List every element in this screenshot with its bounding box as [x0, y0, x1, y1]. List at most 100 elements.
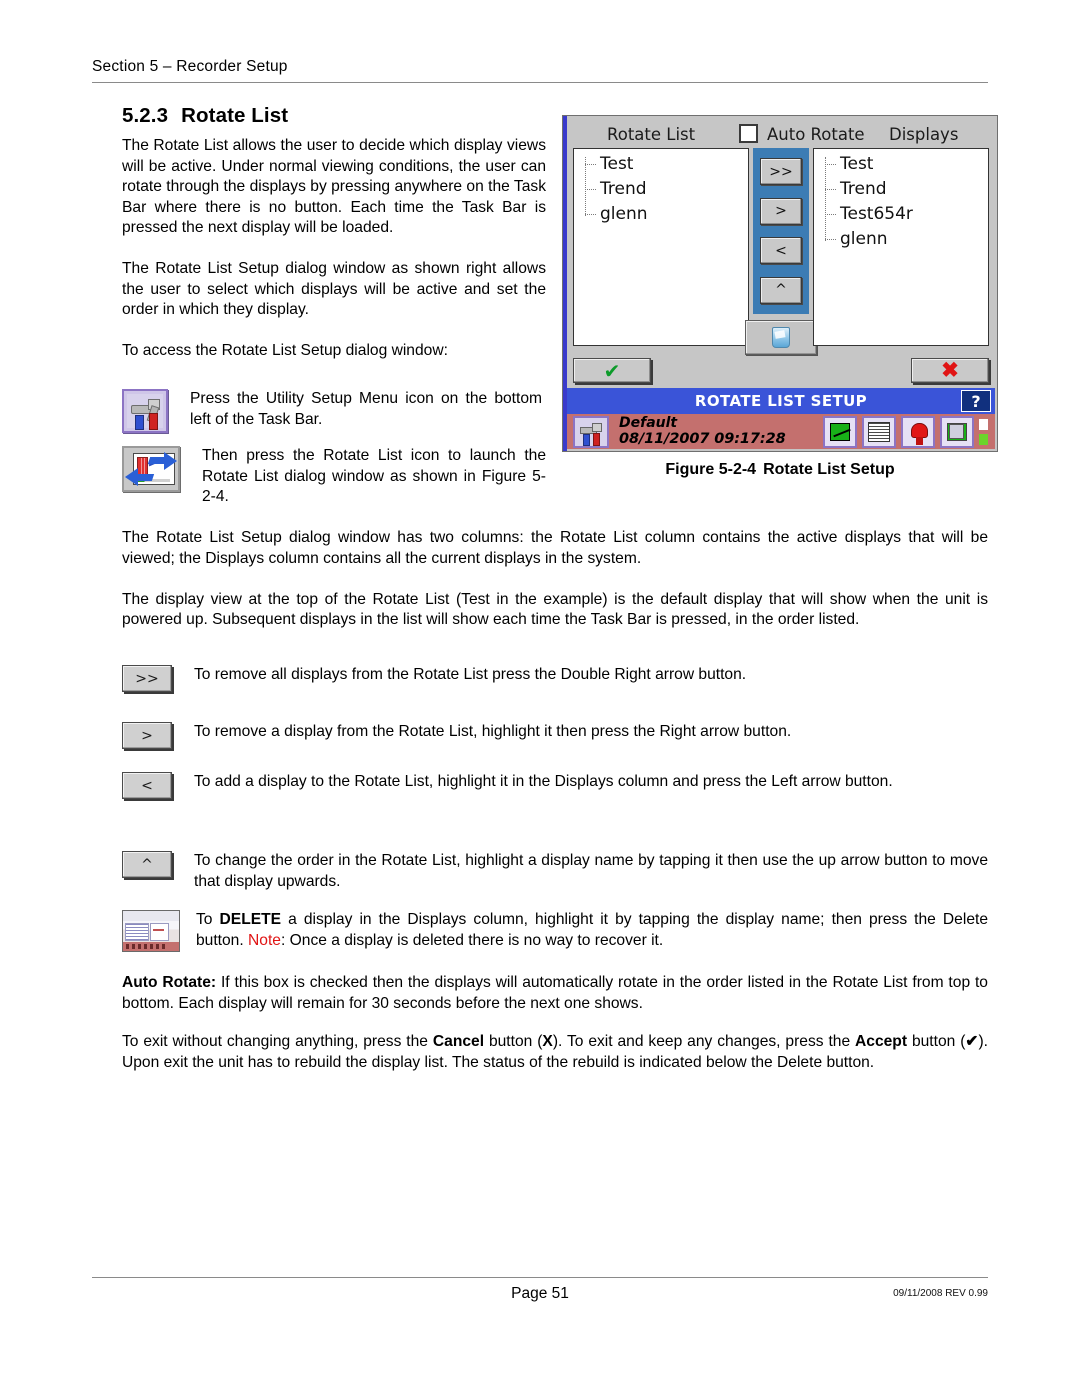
intro-paragraph-3: To access the Rotate List Setup dialog w…	[122, 341, 448, 359]
exit-paragraph: To exit without changing anything, press…	[122, 1032, 988, 1074]
utility-setup-menu-icon	[122, 389, 168, 433]
delete-description-row: To DELETE a display in the Displays colu…	[122, 910, 988, 952]
intro-paragraph-2: The Rotate List Setup dialog window as s…	[122, 259, 546, 319]
figure-rotate-list-setup: Rotate List Auto Rotate Displays Test Tre…	[562, 115, 998, 452]
access-step-2-text: Then press the Rotate List icon to launc…	[202, 447, 546, 506]
cancel-keyword: Cancel	[432, 1033, 485, 1050]
alarm-bell-icon[interactable]	[901, 415, 935, 448]
device-screen: Rotate List Auto Rotate Displays Test Tre…	[562, 115, 998, 452]
intro-paragraph-1: The Rotate List allows the user to decid…	[122, 137, 546, 237]
auto-rotate-paragraph: Auto Rotate: If this box is checked then…	[122, 973, 988, 1015]
list-item[interactable]: Trend	[814, 177, 988, 202]
exit-text-1: To exit without changing anything, press…	[122, 1033, 433, 1050]
button-description-row-2: > To remove a display from the Rotate Li…	[122, 722, 988, 749]
section-heading: 5.2.3 Rotate List	[122, 104, 288, 128]
taskbar-display-name: Default	[619, 415, 678, 432]
dialog-column-headers: Rotate List Auto Rotate Displays	[571, 120, 989, 148]
page-footer: Page 51 09/11/2008 REV 0.99	[92, 1277, 988, 1303]
up-arrow-button[interactable]: ^	[122, 851, 172, 878]
taskbar-utility-setup-menu-icon[interactable]	[573, 415, 609, 448]
auto-rotate-bold-label: Auto Rotate:	[122, 974, 217, 991]
delete-text-1: To	[196, 911, 220, 928]
auto-rotate-checkbox[interactable]	[739, 124, 758, 143]
taskbar-timestamp: 08/11/2007 09:17:28	[619, 431, 786, 448]
led-green	[979, 433, 988, 445]
body-paragraph-2: The display view at the top of the Rotat…	[122, 590, 988, 629]
trash-icon	[772, 327, 790, 348]
list-item[interactable]: Trend	[574, 177, 748, 202]
delete-button[interactable]	[745, 320, 817, 355]
list-item[interactable]: Test654r	[814, 202, 988, 227]
cancel-button[interactable]: ✖	[911, 358, 989, 383]
delete-description-text: To DELETE a display in the Displays colu…	[196, 910, 988, 952]
left-arrow-button[interactable]: <	[760, 237, 802, 265]
page-header: Section 5 – Recorder Setup	[92, 58, 988, 83]
displays-listbox[interactable]: Test Trend Test654r glenn	[813, 148, 989, 346]
intro-column: The Rotate List allows the user to decid…	[122, 136, 546, 361]
led-white	[979, 418, 988, 430]
list-item[interactable]: glenn	[574, 202, 748, 227]
exit-text-4: button (	[907, 1033, 966, 1050]
button-description-row-3: < To add a display to the Rotate List, h…	[122, 772, 988, 799]
displays-items: Test Trend Test654r glenn	[814, 149, 988, 252]
save-disk-icon[interactable]	[940, 415, 974, 448]
exit-text-2: button (	[484, 1033, 543, 1050]
rotate-list-column-label: Rotate List	[607, 124, 696, 144]
revision-label: 09/11/2008 REV 0.99	[893, 1288, 988, 1299]
button-description-text-2: To remove a display from the Rotate List…	[194, 723, 792, 740]
right-arrow-button[interactable]: >	[760, 197, 802, 225]
figure-caption: Figure 5-2-4 Rotate List Setup	[562, 461, 998, 479]
section-number: 5.2.3	[122, 104, 169, 127]
help-button[interactable]: ?	[961, 390, 991, 412]
double-right-arrow-button[interactable]: >>	[122, 665, 172, 692]
up-arrow-button[interactable]: ^	[760, 276, 802, 304]
footer-divider	[92, 1277, 988, 1278]
device-taskbar[interactable]: Default 08/11/2007 09:17:28	[567, 414, 995, 449]
delete-text-3: : Once a display is deleted there is no …	[280, 931, 664, 949]
note-label: Note	[248, 931, 281, 949]
access-step-1: Press the Utility Setup Menu icon on the…	[122, 389, 546, 433]
button-description-row-4: ^ To change the order in the Rotate List…	[122, 851, 988, 893]
x-icon: ✖	[941, 359, 959, 382]
taskbar-icon-group	[823, 415, 995, 448]
taskbar-status: Default 08/11/2007 09:17:28	[619, 415, 786, 448]
rotate-list-items: Test Trend glenn	[574, 149, 748, 227]
trend-chart-icon[interactable]	[823, 415, 857, 448]
rotate-list-icon	[122, 446, 180, 492]
button-description-text-1: To remove all displays from the Rotate L…	[194, 666, 747, 683]
body-paragraph-1: The Rotate List Setup dialog window has …	[122, 529, 988, 567]
button-description-text-4: To change the order in the Rotate List, …	[194, 852, 988, 890]
button-description-row-1: >> To remove all displays from the Rotat…	[122, 665, 988, 692]
transfer-button-panel: >> > < ^	[753, 148, 809, 314]
list-item[interactable]: Test	[814, 152, 988, 177]
figure-caption-number: Figure 5-2-4	[665, 461, 757, 478]
status-leds	[979, 418, 991, 445]
accept-keyword: Accept	[855, 1033, 908, 1050]
button-description-text-3: To add a display to the Rotate List, hig…	[194, 773, 893, 790]
figure-caption-text: Rotate List Setup	[763, 461, 895, 478]
body-paragraphs: The Rotate List Setup dialog window has …	[122, 528, 988, 631]
dialog-title-bar: ROTATE LIST SETUP ?	[567, 388, 995, 414]
auto-rotate-label: Auto Rotate	[767, 124, 865, 144]
list-item[interactable]: Test	[574, 152, 748, 177]
left-arrow-button[interactable]: <	[122, 772, 172, 799]
access-step-2: Then press the Rotate List icon to launc…	[122, 446, 546, 508]
list-item[interactable]: glenn	[814, 227, 988, 252]
displays-column-label: Displays	[889, 124, 959, 144]
delete-display-screenshot-icon	[122, 910, 180, 952]
delete-keyword: DELETE	[219, 911, 282, 928]
dialog-title: ROTATE LIST SETUP	[694, 392, 868, 410]
access-step-1-text: Press the Utility Setup Menu icon on the…	[190, 390, 542, 428]
auto-rotate-text: If this box is checked then the displays…	[122, 974, 988, 1012]
data-table-icon[interactable]	[862, 415, 896, 448]
exit-text-3: ). To exit and keep any changes, press t…	[552, 1033, 856, 1050]
accept-symbol: ✔	[965, 1033, 979, 1050]
page-number: Page 51	[511, 1285, 569, 1302]
check-icon: ✔	[603, 358, 621, 383]
right-arrow-button[interactable]: >	[122, 722, 172, 749]
double-right-arrow-button[interactable]: >>	[760, 158, 802, 186]
rotate-list-listbox[interactable]: Test Trend glenn	[573, 148, 749, 346]
cancel-symbol: X	[542, 1033, 553, 1050]
header-divider	[92, 82, 988, 83]
accept-button[interactable]: ✔	[573, 358, 651, 383]
